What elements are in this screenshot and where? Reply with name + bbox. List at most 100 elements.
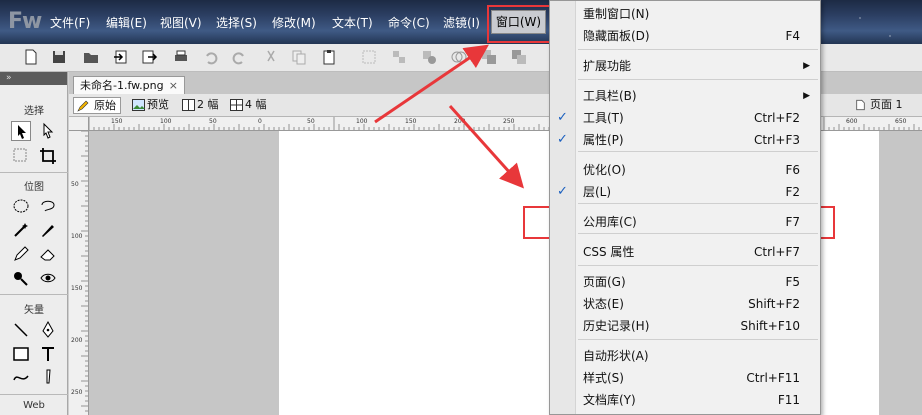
pointer-tool-icon[interactable] (11, 121, 31, 141)
pen-tool-icon[interactable] (38, 320, 58, 340)
view-original-button[interactable]: 原始 (73, 97, 121, 114)
menu-item-label: 工具(T) (583, 111, 624, 125)
section-vector-label: 矢量 (24, 305, 44, 316)
check-icon: ✓ (557, 132, 568, 147)
menu-item-15[interactable]: 文档库(Y) F11 (550, 389, 820, 411)
tools-panel: » 选择 位图 矢量 Web (0, 72, 68, 415)
lasso-tool-icon[interactable] (38, 196, 58, 216)
menu-item-label: 扩展功能 (583, 59, 632, 73)
menu-item-shortcut: Ctrl+F2 (754, 111, 800, 125)
crop-tool-icon[interactable] (38, 146, 58, 166)
arrange-icon[interactable] (480, 48, 498, 66)
tools-divider (0, 394, 68, 395)
marquee-tool-icon[interactable] (11, 196, 31, 216)
scale-tool-icon[interactable] (11, 146, 31, 166)
menu-file[interactable]: 文件(F) (50, 14, 90, 31)
menu-edit[interactable]: 编辑(E) (106, 14, 147, 31)
open-folder-icon[interactable] (82, 48, 100, 66)
menu-item-9[interactable]: CSS 属性 Ctrl+F7 (550, 241, 820, 263)
view-preview-button[interactable]: 预览 (129, 97, 169, 114)
pencil-tool-icon[interactable] (11, 244, 31, 264)
window-menu-dropdown: 重制窗口(N) 隐藏面板(D) F4 扩展功能 ▶ 工具栏(B) ▶ ✓ 工具(T) Ctrl+F… (549, 0, 821, 415)
menu-filters[interactable]: 滤镜(I) (443, 14, 480, 31)
menu-item-shortcut: Shift+F2 (748, 297, 800, 311)
menu-view[interactable]: 视图(V) (160, 14, 202, 31)
submenu-arrow-icon: ▶ (803, 91, 810, 101)
save-icon[interactable] (50, 48, 68, 66)
menu-select[interactable]: 选择(S) (216, 14, 257, 31)
view-4up-label: 4 幅 (245, 98, 267, 111)
document-tab-title: 未命名-1.fw.png (80, 79, 164, 92)
brush-tool-icon[interactable] (38, 220, 58, 240)
knife-tool-icon[interactable] (38, 368, 58, 388)
menu-item-1[interactable]: 隐藏面板(D) F4 (550, 25, 820, 47)
menu-item-2[interactable]: 扩展功能 ▶ (550, 55, 820, 77)
menu-modify[interactable]: 修改(M) (272, 14, 316, 31)
line-tool-icon[interactable] (11, 320, 31, 340)
view-4up-button[interactable]: 4 幅 (227, 97, 267, 114)
four-up-icon (230, 99, 243, 111)
menu-item-4[interactable]: ✓ 工具(T) Ctrl+F2 (550, 107, 820, 129)
rectangle-tool-icon[interactable] (11, 344, 31, 364)
fireworks-logo: Fw (8, 9, 42, 34)
import-icon[interactable] (112, 48, 130, 66)
new-file-icon[interactable] (22, 48, 40, 66)
menu-item-shortcut: F2 (785, 185, 800, 199)
blur-tool-icon[interactable] (11, 268, 31, 288)
check-icon: ✓ (557, 184, 568, 199)
tools-panel-header[interactable]: » (0, 72, 67, 85)
page-selector[interactable]: 页面 1 (852, 97, 922, 114)
menu-item-shortcut: F6 (785, 163, 800, 177)
copy-icon[interactable] (290, 48, 308, 66)
menu-item-11[interactable]: 状态(E) Shift+F2 (550, 293, 820, 315)
menu-item-12[interactable]: 历史记录(H) Shift+F10 (550, 315, 820, 337)
section-select-label: 选择 (24, 106, 44, 117)
menu-item-0[interactable]: 重制窗口(N) (550, 3, 820, 25)
menu-item-6[interactable]: 优化(O) F6 (550, 159, 820, 181)
magic-wand-tool-icon[interactable] (11, 220, 31, 240)
menu-item-label: 历史记录(H) (583, 319, 650, 333)
paste-icon[interactable] (320, 48, 338, 66)
freeform-tool-icon[interactable] (11, 368, 31, 388)
replace-color-tool-icon[interactable] (38, 268, 58, 288)
tools-divider (0, 172, 68, 173)
redo-icon[interactable] (230, 48, 248, 66)
menu-item-3[interactable]: 工具栏(B) ▶ (550, 85, 820, 107)
menu-item-label: 属性(P) (583, 133, 624, 147)
menu-separator (578, 233, 818, 234)
subselect-tool-icon[interactable] (38, 121, 58, 141)
menu-item-14[interactable]: 样式(S) Ctrl+F11 (550, 367, 820, 389)
menu-item-8[interactable]: 公用库(C) F7 (550, 211, 820, 233)
combine-icon[interactable] (420, 48, 438, 66)
menu-item-7[interactable]: ✓ 层(L) F2 (550, 181, 820, 203)
menu-item-shortcut: F5 (785, 275, 800, 289)
close-tab-icon[interactable]: × (169, 77, 178, 94)
group-icon[interactable] (360, 48, 378, 66)
menu-item-shortcut: Shift+F10 (740, 319, 800, 333)
menu-separator (578, 49, 818, 50)
menu-item-13[interactable]: 自动形状(A) (550, 345, 820, 367)
cut-icon[interactable] (262, 48, 280, 66)
export-icon[interactable] (140, 48, 158, 66)
tools-divider (0, 294, 68, 295)
menu-item-label: 层(L) (583, 185, 612, 199)
eraser-tool-icon[interactable] (38, 244, 58, 264)
text-tool-icon[interactable] (38, 344, 58, 364)
menu-item-label: 状态(E) (583, 297, 624, 311)
intersect-icon[interactable] (450, 48, 468, 66)
print-icon[interactable] (172, 48, 190, 66)
menu-commands[interactable]: 命令(C) (388, 14, 430, 31)
menu-item-label: 隐藏面板(D) (583, 29, 650, 43)
menu-text[interactable]: 文本(T) (332, 14, 373, 31)
menu-item-5[interactable]: ✓ 属性(P) Ctrl+F3 (550, 129, 820, 151)
menu-item-shortcut: F4 (785, 29, 800, 43)
undo-icon[interactable] (202, 48, 220, 66)
view-2up-button[interactable]: 2 幅 (179, 97, 219, 114)
document-tab[interactable]: 未命名-1.fw.png × (73, 76, 185, 94)
menu-item-10[interactable]: 页面(G) F5 (550, 271, 820, 293)
align-icon[interactable] (510, 48, 528, 66)
view-preview-label: 预览 (147, 98, 169, 111)
ungroup-icon[interactable] (390, 48, 408, 66)
menu-separator (578, 339, 818, 340)
menu-separator (578, 265, 818, 266)
